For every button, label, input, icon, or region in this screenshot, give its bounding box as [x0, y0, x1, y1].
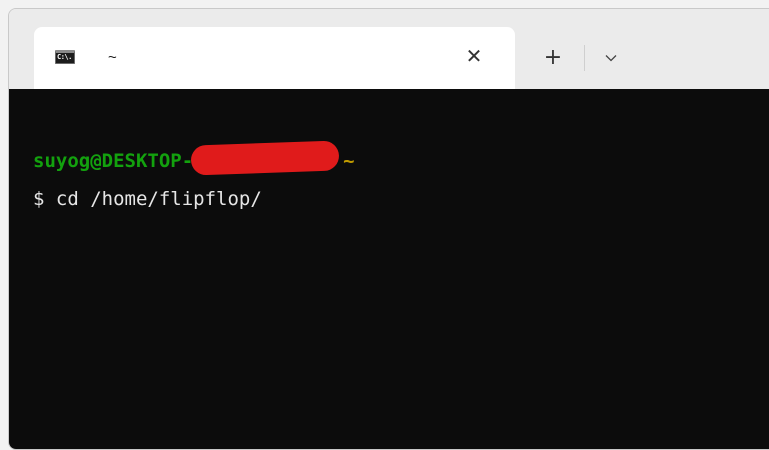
new-tab-dropdown-button[interactable]: [598, 43, 624, 73]
tab-home[interactable]: C:\. ~ ✕: [34, 27, 515, 89]
chevron-down-icon: [605, 55, 617, 62]
new-tab-button[interactable]: +: [538, 43, 568, 73]
close-icon[interactable]: ✕: [462, 44, 486, 68]
command-line: $ cd /home/flipflop/: [33, 188, 262, 210]
divider: [584, 45, 585, 71]
terminal-window: C:\. ~ ✕ + suyog@DESKTOP- ~ $ cd /home/fl…: [8, 8, 769, 450]
command-prompt-icon: C:\.: [55, 50, 75, 64]
terminal-output[interactable]: suyog@DESKTOP- ~ $ cd /home/flipflop/: [9, 89, 769, 449]
prompt-line: suyog@DESKTOP- ~: [33, 139, 355, 176]
tab-bar: C:\. ~ ✕ +: [9, 9, 769, 89]
tab-title: ~: [108, 49, 117, 66]
prompt-cwd: ~: [343, 150, 355, 172]
redaction-mark: [190, 139, 340, 176]
prompt-user-host: suyog@DESKTOP-: [33, 150, 194, 172]
